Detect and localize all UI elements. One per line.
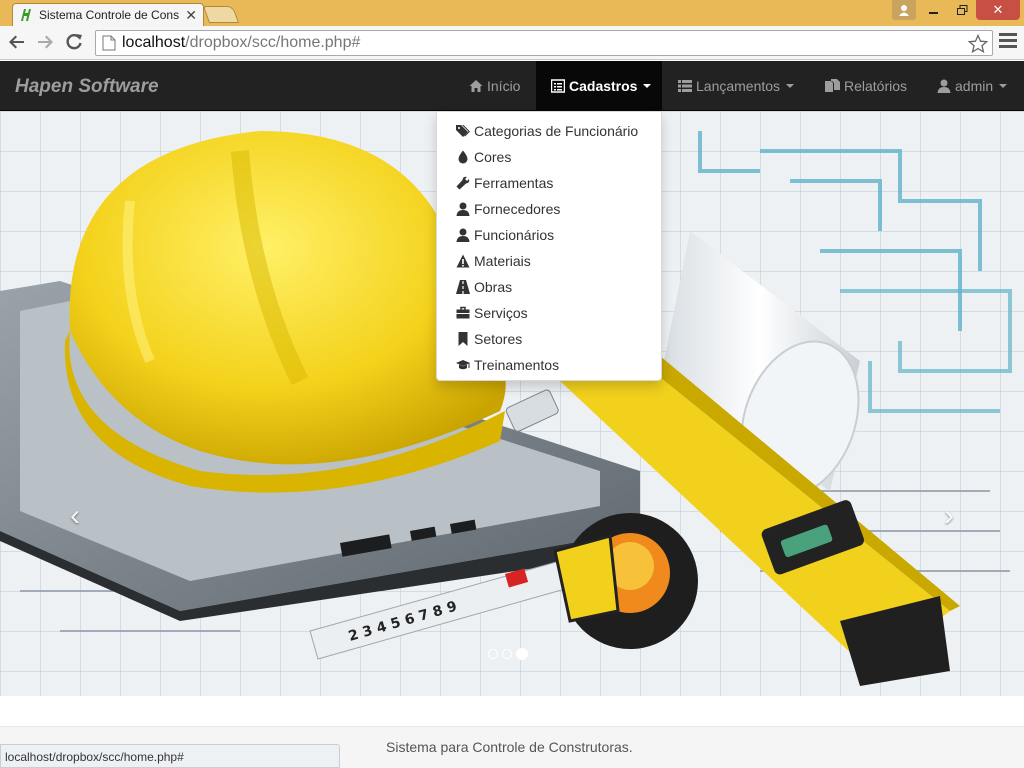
carousel-prev-chevron-icon[interactable]: ‹ [60, 496, 90, 536]
menu-item-cores[interactable]: Cores [437, 144, 661, 170]
cadastros-dropdown-menu: Categorias de Funcionário Cores Ferramen… [436, 111, 662, 381]
menu-item-label: Fornecedores [474, 201, 561, 217]
carousel-indicators [488, 648, 528, 660]
briefcase-icon [456, 306, 470, 319]
menu-item-fornecedores[interactable]: Fornecedores [437, 196, 661, 222]
reload-icon[interactable] [63, 31, 85, 53]
wrench-icon [456, 176, 470, 190]
menu-item-label: Ferramentas [474, 175, 554, 191]
home-icon [469, 80, 483, 92]
duplicate-icon [825, 79, 840, 92]
carousel-indicator[interactable] [488, 649, 498, 659]
back-arrow-icon[interactable] [6, 31, 28, 53]
tab-title: Sistema Controle de Cons [39, 8, 180, 22]
menu-item-label: Funcionários [474, 227, 555, 243]
warning-icon [456, 254, 470, 268]
menu-item-ferramentas[interactable]: Ferramentas [437, 170, 661, 196]
road-icon [456, 280, 470, 294]
list-icon [678, 80, 692, 92]
caret-down-icon [786, 84, 795, 88]
menu-item-setores[interactable]: Setores [437, 326, 661, 352]
bookmark-star-icon[interactable] [968, 34, 988, 54]
nav-lancamentos-label: Lançamentos [696, 78, 781, 94]
menu-item-funcionarios[interactable]: Funcionários [437, 222, 661, 248]
browser-menu-icon[interactable] [999, 33, 1017, 53]
menu-item-obras[interactable]: Obras [437, 274, 661, 300]
education-icon [456, 360, 470, 370]
nav-lancamentos[interactable]: Lançamentos [678, 61, 795, 111]
nav-admin[interactable]: admin [937, 61, 1008, 111]
nav-relatorios-label: Relatórios [844, 78, 908, 94]
top-navbar: Hapen Software Início Cadastros Lançamen… [0, 61, 1024, 111]
url-path: /dropbox/scc/home.php# [185, 34, 361, 51]
forward-arrow-icon[interactable] [34, 31, 56, 53]
browser-status-bar: localhost/dropbox/scc/home.php# [0, 744, 340, 768]
caret-down-icon [999, 84, 1008, 88]
page-icon [102, 35, 116, 51]
hapen-favicon-icon [19, 8, 33, 22]
footer-text: Sistema para Controle de Construtoras. [386, 739, 633, 755]
user-icon [937, 79, 951, 93]
window-close-button[interactable]: ✕ [976, 0, 1020, 20]
browser-tab[interactable]: Sistema Controle de Cons ✕ [12, 3, 204, 26]
caret-down-icon [643, 84, 652, 88]
list-alt-icon [551, 79, 565, 93]
menu-item-servicos[interactable]: Serviços [437, 300, 661, 326]
menu-item-label: Materiais [474, 253, 531, 269]
tags-icon [456, 125, 470, 137]
menu-item-categorias[interactable]: Categorias de Funcionário [437, 118, 661, 144]
nav-inicio[interactable]: Início [469, 61, 520, 111]
nav-inicio-label: Início [487, 78, 521, 94]
menu-item-materiais[interactable]: Materiais [437, 248, 661, 274]
new-tab-button[interactable] [202, 6, 240, 23]
tint-icon [458, 150, 468, 164]
menu-item-treinamentos[interactable]: Treinamentos [437, 352, 661, 378]
window-restore-button[interactable] [948, 0, 976, 20]
nav-admin-label: admin [955, 78, 994, 94]
window-minimize-button[interactable] [920, 0, 948, 20]
browser-toolbar: localhost/dropbox/scc/home.php# [0, 26, 1024, 60]
nav-cadastros[interactable]: Cadastros [536, 61, 662, 111]
menu-item-label: Treinamentos [474, 357, 560, 373]
menu-item-label: Setores [474, 331, 523, 347]
carousel-next-chevron-icon[interactable]: › [934, 496, 964, 536]
nav-relatorios[interactable]: Relatórios [825, 61, 907, 111]
nav-cadastros-label: Cadastros [569, 78, 638, 94]
menu-item-label: Obras [474, 279, 513, 295]
carousel-indicator-active[interactable] [516, 648, 528, 660]
brand-logo[interactable]: Hapen Software [15, 76, 159, 98]
user-icon [456, 202, 470, 216]
bookmark-icon [458, 332, 468, 346]
menu-item-label: Categorias de Funcionário [474, 123, 639, 139]
menu-item-label: Serviços [474, 305, 528, 321]
browser-titlebar: Sistema Controle de Cons ✕ ✕ [0, 0, 1024, 26]
user-icon [456, 228, 470, 242]
carousel-indicator[interactable] [502, 649, 512, 659]
url-host: localhost [122, 34, 186, 51]
browser-profile-icon[interactable] [892, 0, 916, 20]
tab-close-icon[interactable]: ✕ [185, 7, 197, 24]
menu-item-label: Cores [474, 149, 512, 165]
address-bar[interactable]: localhost/dropbox/scc/home.php# [95, 30, 993, 56]
